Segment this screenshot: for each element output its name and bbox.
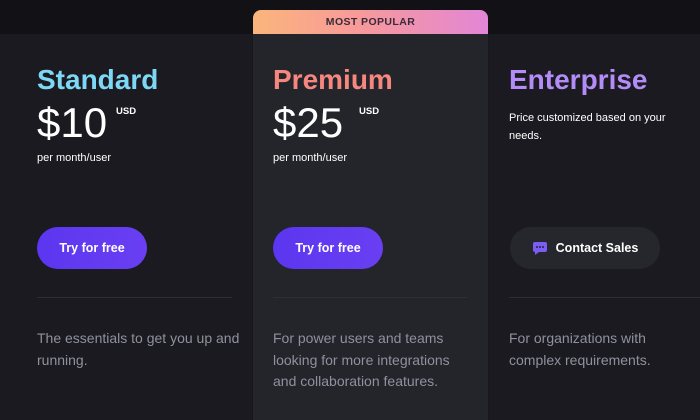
standard-divider	[37, 297, 232, 298]
standard-description: The essentials to get you up and running…	[37, 330, 240, 368]
standard-period: per month/user	[37, 152, 111, 164]
standard-try-button[interactable]: Try for free	[37, 227, 147, 269]
most-popular-badge: MOST POPULAR	[253, 10, 488, 34]
premium-period: per month/user	[273, 152, 347, 164]
contact-sales-label: Contact Sales	[555, 241, 639, 255]
enterprise-price-note: Price customized based on your needs.	[509, 112, 666, 142]
premium-price-row: $25 USD	[273, 99, 379, 146]
enterprise-plan-title: Enterprise	[509, 64, 648, 95]
standard-price: $10	[37, 99, 108, 146]
premium-plan-title: Premium	[273, 64, 393, 95]
chat-bubble-icon	[532, 242, 547, 255]
standard-currency: USD	[116, 106, 137, 117]
enterprise-divider	[509, 297, 700, 298]
standard-plan-title: Standard	[37, 64, 159, 95]
premium-currency: USD	[359, 106, 380, 117]
premium-price: $25	[273, 99, 344, 146]
standard-price-row: $10 USD	[37, 99, 136, 146]
premium-try-button[interactable]: Try for free	[273, 227, 383, 269]
premium-divider	[273, 297, 467, 298]
contact-sales-button[interactable]: Contact Sales	[510, 227, 660, 269]
premium-description: For power users and teams looking for mo…	[273, 330, 450, 389]
enterprise-description: For organizations with complex requireme…	[509, 330, 651, 368]
